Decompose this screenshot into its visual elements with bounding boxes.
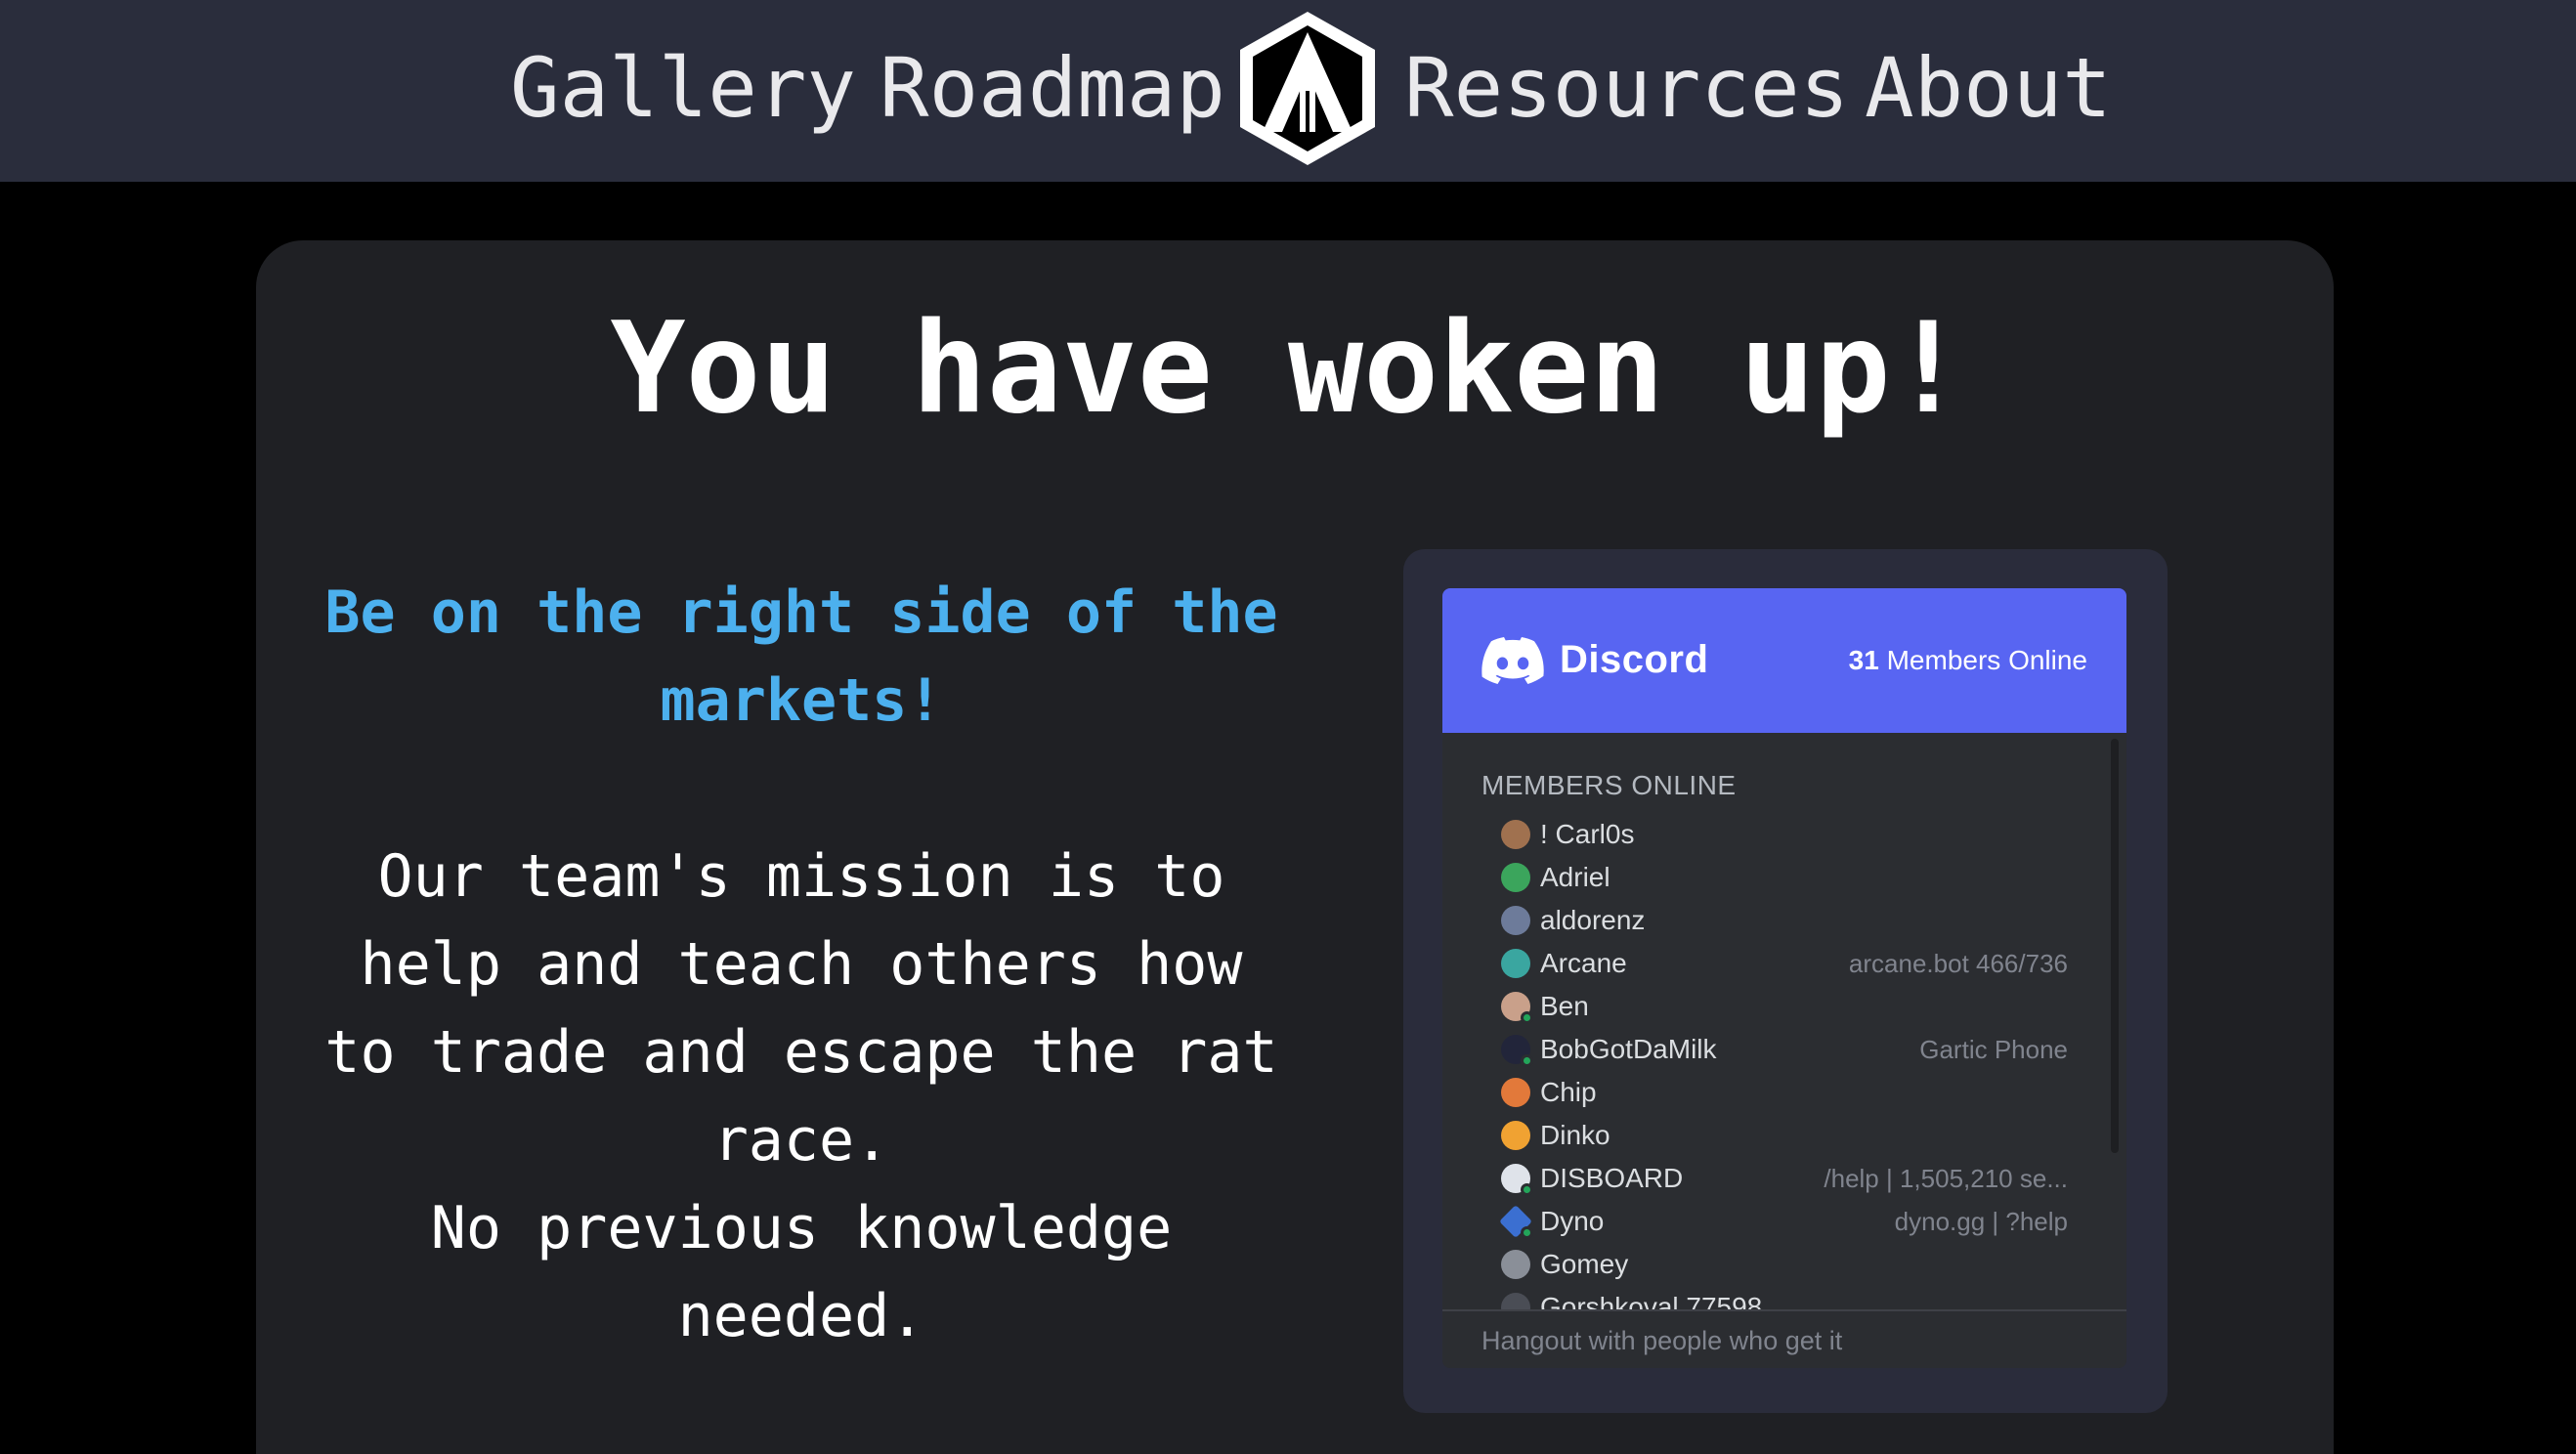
member-name: Dinko [1540, 1120, 1610, 1150]
hero-tagline: Be on the right side of the markets! [324, 578, 1278, 735]
member-name: Chip [1540, 1077, 1597, 1107]
member-name: Gomey [1540, 1249, 1629, 1279]
nav-link-roadmap[interactable]: Roadmap [880, 39, 1225, 137]
member-name: aldorenz [1540, 905, 1646, 935]
member-list[interactable]: ! Carl0s Adriel aldorenz Arcane arcane.b… [1442, 813, 2126, 1309]
online-status-dot [1521, 1226, 1533, 1239]
member-name: Arcane [1540, 948, 1627, 978]
avatar [1501, 1250, 1530, 1279]
discord-logo-icon [1481, 637, 1544, 684]
discord-widget-footer[interactable]: Hangout with people who get it [1442, 1309, 2126, 1368]
avatar [1501, 1121, 1530, 1150]
member-name: Ben [1540, 991, 1589, 1021]
member-item[interactable]: Dyno dyno.gg | ?help [1499, 1200, 2068, 1243]
mission-paragraph: Our team's mission is to help and teach … [324, 842, 1278, 1175]
member-item[interactable]: Dinko [1501, 1114, 2068, 1157]
member-list-scrollbar[interactable] [2111, 739, 2119, 1153]
member-item[interactable]: aldorenz [1501, 899, 2068, 942]
avatar [1501, 1078, 1530, 1107]
member-name: DISBOARD [1540, 1163, 1684, 1193]
mission-note: No previous knowledge needed. [430, 1194, 1173, 1350]
member-item[interactable]: Ben [1501, 985, 2068, 1028]
avatar [1501, 820, 1530, 849]
avatar [1501, 863, 1530, 892]
avatar [1501, 949, 1530, 978]
online-count-number: 31 [1848, 645, 1879, 675]
member-item[interactable]: Arcane arcane.bot 466/736 [1501, 942, 2068, 985]
avatar [1501, 1293, 1530, 1309]
member-activity: Gartic Phone [1919, 1035, 2068, 1064]
nav-link-about[interactable]: About [1865, 39, 2112, 137]
member-name: ! Carl0s [1540, 819, 1635, 849]
online-status-dot [1521, 1183, 1533, 1196]
mission-text: Our team's mission is to help and teach … [313, 833, 1290, 1360]
footer-text: Hangout with people who get it [1481, 1326, 1843, 1355]
member-name: Gorshkoval 77598 [1540, 1292, 1763, 1309]
member-item[interactable]: Gomey [1501, 1243, 2068, 1286]
member-item[interactable]: BobGotDaMilk Gartic Phone [1501, 1028, 2068, 1071]
online-count-label: Members Online [1886, 645, 2087, 675]
member-activity: dyno.gg | ?help [1894, 1207, 2068, 1236]
online-status-dot [1521, 1011, 1533, 1024]
hexagon-arrow-logo-icon[interactable] [1235, 9, 1380, 168]
member-name: Dyno [1540, 1206, 1605, 1236]
nav-link-gallery[interactable]: Gallery [510, 39, 856, 137]
member-item[interactable]: Gorshkoval 77598 [1501, 1286, 2068, 1309]
member-item[interactable]: ! Carl0s [1501, 813, 2068, 856]
member-activity: arcane.bot 466/736 [1848, 949, 2068, 978]
member-item[interactable]: Adriel [1501, 856, 2068, 899]
online-status-dot [1521, 1054, 1533, 1067]
avatar [1501, 906, 1530, 935]
discord-widget-header[interactable]: Discord 31 Members Online [1442, 588, 2126, 733]
member-name: Adriel [1540, 862, 1610, 892]
members-online-heading: MEMBERS ONLINE [1481, 770, 1737, 800]
member-name: BobGotDaMilk [1540, 1034, 1717, 1064]
members-online-count: 31 Members Online [1849, 643, 2087, 678]
hero-headline: You have woken up! [610, 296, 1966, 442]
top-nav: Gallery Roadmap Resources About [0, 0, 2576, 182]
member-item[interactable]: Chip [1501, 1071, 2068, 1114]
discord-widget: Discord 31 Members Online MEMBERS ONLINE… [1442, 588, 2126, 1368]
discord-brand: Discord [1560, 638, 1709, 681]
member-activity: /help | 1,505,210 se... [1824, 1164, 2068, 1193]
member-item[interactable]: DISBOARD /help | 1,505,210 se... [1501, 1157, 2068, 1200]
nav-link-resources[interactable]: Resources [1404, 39, 1849, 137]
